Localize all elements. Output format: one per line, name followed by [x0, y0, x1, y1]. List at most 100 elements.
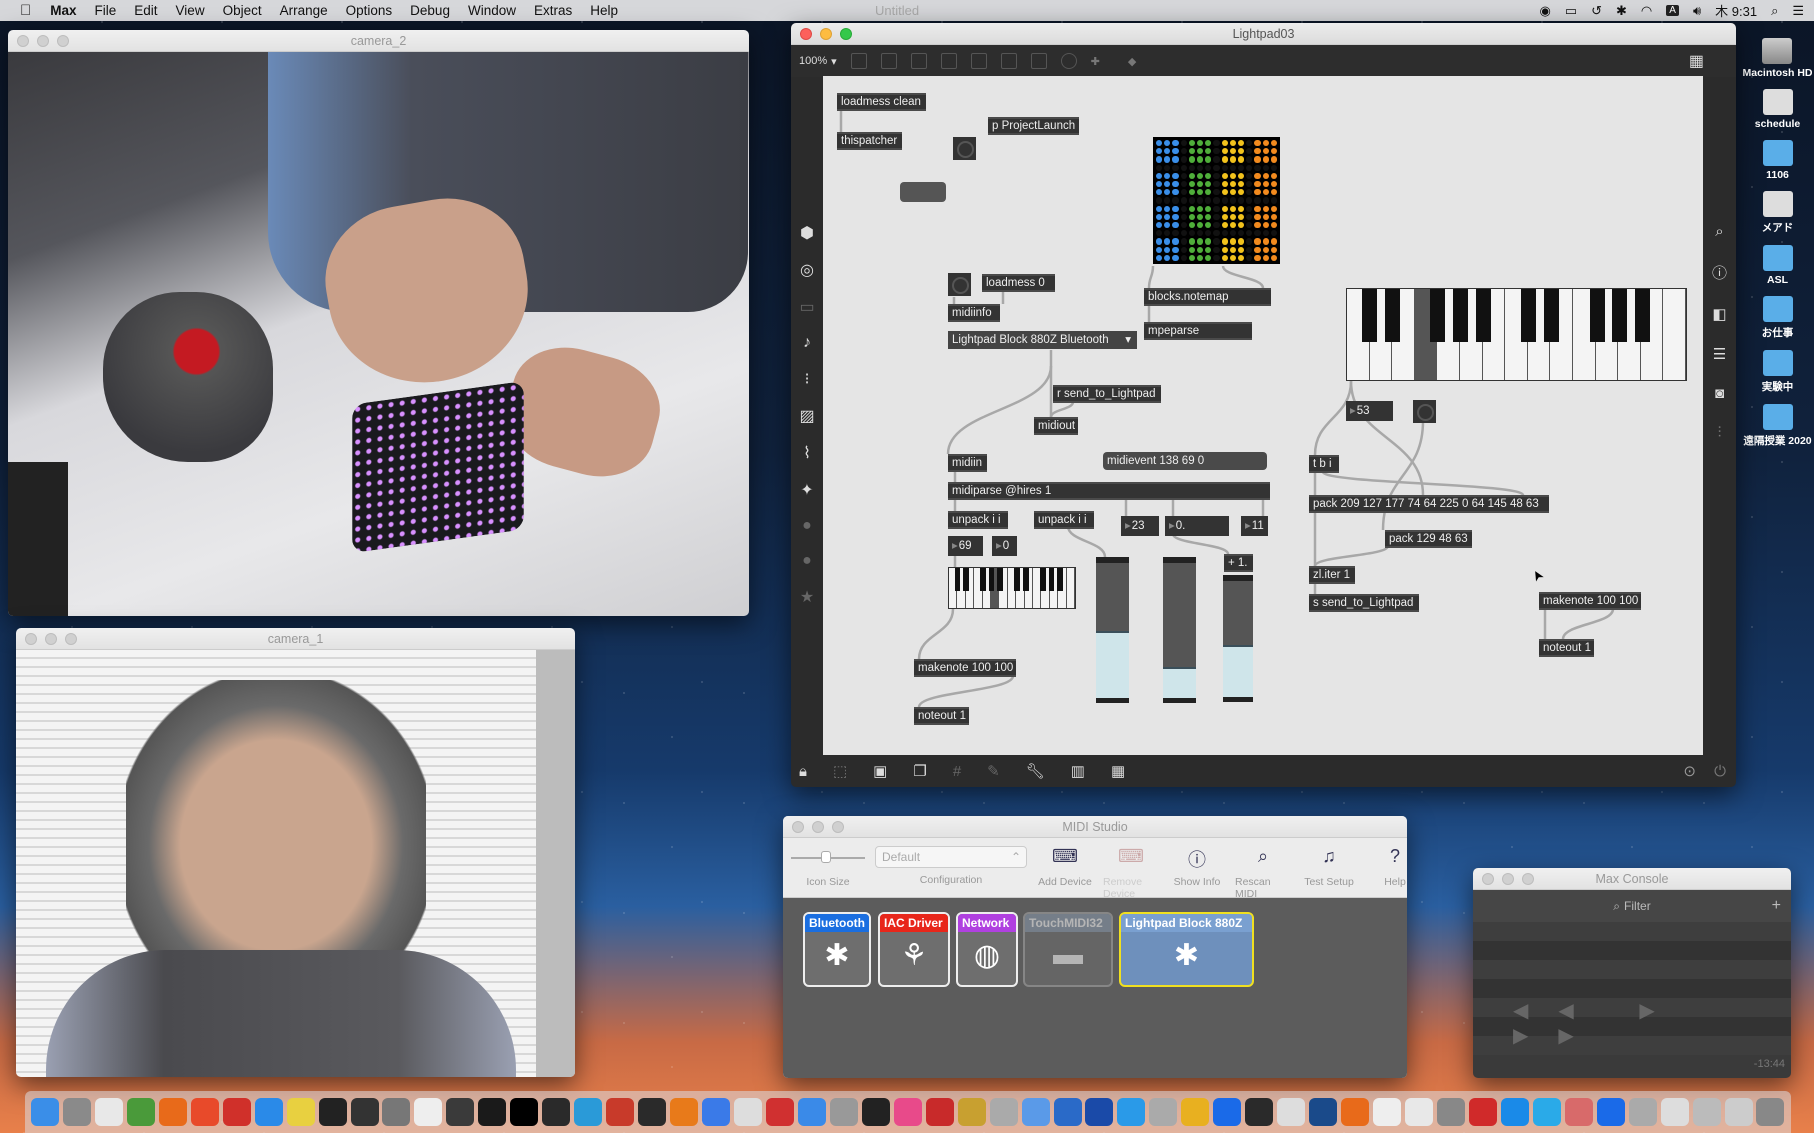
close-button[interactable]: [800, 28, 812, 40]
dock-app-icon[interactable]: [62, 1098, 91, 1126]
number-box[interactable]: 23: [1121, 516, 1159, 536]
menu-view[interactable]: View: [167, 3, 214, 18]
dock-app-icon[interactable]: [1532, 1098, 1561, 1126]
patch-cord[interactable]: [1349, 380, 1425, 496]
spotlight-icon[interactable]: ⌕: [1771, 3, 1778, 19]
object-box-pack-big[interactable]: pack 209 127 177 74 64 225 0 64 145 48 6…: [1309, 495, 1549, 513]
led-matrix[interactable]: [1153, 137, 1280, 264]
zoom-button[interactable]: [832, 821, 844, 833]
button-icon[interactable]: [970, 53, 987, 69]
columns-icon[interactable]: ◧: [1712, 305, 1726, 323]
dock-app-icon[interactable]: [414, 1098, 443, 1126]
menu-extras[interactable]: Extras: [525, 3, 581, 18]
dock-app-icon[interactable]: [318, 1098, 347, 1126]
patch-cord[interactable]: [917, 608, 955, 660]
dock-app-icon[interactable]: [1373, 1098, 1402, 1126]
number-box[interactable]: 11: [1241, 516, 1268, 536]
dock-app-icon[interactable]: [126, 1098, 155, 1126]
menu-app[interactable]: Max: [41, 3, 85, 18]
black-key[interactable]: [954, 568, 961, 592]
menu-window[interactable]: Window: [459, 3, 525, 18]
dock-app-icon[interactable]: [1500, 1098, 1529, 1126]
dock-app-icon[interactable]: [350, 1098, 379, 1126]
object-box-unpack2[interactable]: unpack i i: [1034, 511, 1094, 529]
black-key[interactable]: [1635, 289, 1651, 342]
volume-icon[interactable]: 🔊︎: [1693, 3, 1701, 19]
layers-icon[interactable]: ❐: [913, 762, 926, 780]
presentation-select-icon[interactable]: ⬚: [833, 762, 847, 780]
desktop-icon-folder[interactable]: お仕事: [1762, 296, 1793, 340]
dock-app-icon[interactable]: [542, 1098, 571, 1126]
textbutton[interactable]: [900, 182, 946, 202]
console-filter-input[interactable]: ⌕ Filter +: [1473, 890, 1791, 922]
dial-icon[interactable]: [1060, 53, 1077, 69]
minimize-button[interactable]: [37, 35, 49, 47]
screen-record-icon[interactable]: ◉: [1539, 3, 1550, 19]
dock-app-icon[interactable]: [574, 1098, 603, 1126]
keyboard-icon[interactable]: ▭: [799, 297, 814, 317]
dock-app-icon[interactable]: [861, 1098, 890, 1126]
info-icon[interactable]: ⓘ: [1712, 262, 1727, 283]
object-box-midiin[interactable]: midiin: [948, 454, 987, 472]
object-box-makenote-l[interactable]: makenote 100 100: [914, 659, 1016, 677]
dock-app-icon[interactable]: [1468, 1098, 1497, 1126]
search-icon[interactable]: ⌕: [1715, 223, 1723, 240]
puzzle-icon[interactable]: ✦: [800, 480, 813, 500]
object-box-projectlaunch[interactable]: p ProjectLaunch: [988, 117, 1079, 135]
patcher-canvas[interactable]: loadmess clean thispatcher p ProjectLaunch…: [823, 76, 1703, 755]
plus-icon[interactable]: ✚: [1091, 55, 1100, 68]
keyboard-large[interactable]: [1346, 288, 1687, 381]
dock-app-icon[interactable]: [638, 1098, 667, 1126]
piano-icon[interactable]: ▥: [1071, 762, 1085, 780]
desktop-icon-doc[interactable]: schedule: [1755, 89, 1800, 130]
dock-app-icon[interactable]: [1085, 1098, 1114, 1126]
midi-device-network[interactable]: Network ◍: [956, 912, 1018, 987]
close-button[interactable]: [1482, 873, 1494, 885]
music-note-icon[interactable]: ♪: [803, 334, 811, 352]
dock-app-icon[interactable]: [1341, 1098, 1370, 1126]
toggle-icon[interactable]: [940, 53, 957, 69]
object-box-midiout[interactable]: midiout: [1034, 417, 1078, 435]
dock-app-icon[interactable]: [829, 1098, 858, 1126]
desktop-icon-folder[interactable]: 実験中: [1762, 350, 1793, 394]
help-button[interactable]: ? Help: [1367, 846, 1407, 900]
black-key[interactable]: [1475, 289, 1491, 342]
notification-center-icon[interactable]: ☰: [1792, 3, 1804, 19]
object-box-midiinfo[interactable]: midiinfo: [948, 304, 1000, 322]
dock-app-icon[interactable]: [765, 1098, 794, 1126]
power-icon[interactable]: ⏻: [1714, 763, 1726, 780]
dock-app-icon[interactable]: [478, 1098, 507, 1126]
black-key[interactable]: [963, 568, 969, 592]
dock-app-icon[interactable]: [286, 1098, 315, 1126]
message-box-midievent[interactable]: midievent 138 69 0: [1103, 452, 1267, 470]
patch-cord[interactable]: [1049, 401, 1075, 418]
black-key[interactable]: [988, 568, 995, 592]
object-box-zliter[interactable]: zl.iter 1: [1309, 566, 1355, 584]
new-object-icon[interactable]: [850, 53, 867, 69]
dock-app-icon[interactable]: [158, 1098, 187, 1126]
zoom-button[interactable]: [1522, 873, 1534, 885]
black-key[interactable]: [1544, 289, 1560, 342]
zoom-button[interactable]: [57, 35, 69, 47]
input-method-icon[interactable]: A: [1666, 5, 1679, 16]
object-box-loadmess-clean[interactable]: loadmess clean: [837, 93, 926, 111]
close-button[interactable]: [792, 821, 804, 833]
history-icon[interactable]: ●: [802, 552, 812, 570]
minimize-button[interactable]: [820, 28, 832, 40]
dock-app-icon[interactable]: [1564, 1098, 1593, 1126]
desktop-icon-folder[interactable]: ASL: [1762, 245, 1793, 286]
camera-icon[interactable]: ◙: [1715, 385, 1724, 402]
wifi-icon[interactable]: ◠: [1641, 3, 1652, 19]
object-box-unpack1[interactable]: unpack i i: [948, 511, 1008, 529]
presentation-icon[interactable]: ▣: [873, 762, 887, 780]
image-icon[interactable]: ▨: [799, 406, 814, 426]
star-icon[interactable]: ★: [800, 587, 814, 607]
bluetooth-status-icon[interactable]: ✱: [1616, 3, 1627, 19]
lock-icon[interactable]: 🔒︎: [799, 763, 807, 780]
object-box-noteout-l[interactable]: noteout 1: [914, 707, 969, 725]
patch-cord[interactable]: [1147, 265, 1155, 289]
dock-app-icon[interactable]: [957, 1098, 986, 1126]
dock-app-icon[interactable]: [382, 1098, 411, 1126]
dock-app-icon[interactable]: [702, 1098, 731, 1126]
info-circle-icon[interactable]: ●: [802, 517, 812, 535]
